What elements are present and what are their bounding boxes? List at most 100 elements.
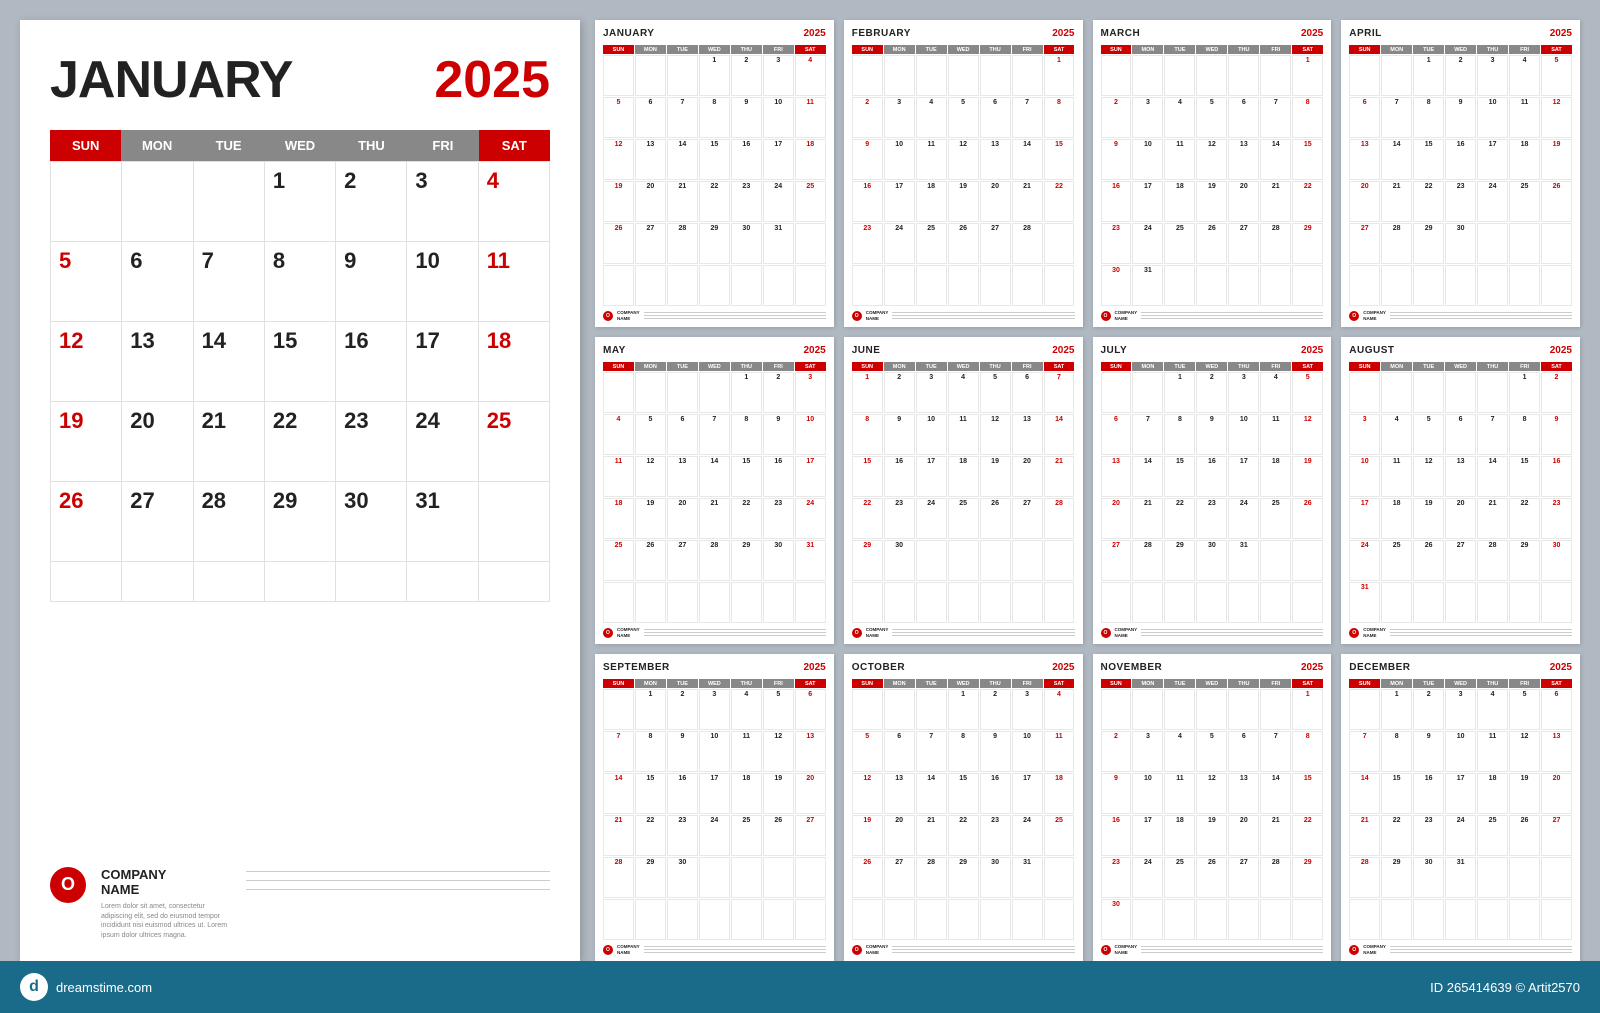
- small-day-cell: 27: [1228, 223, 1259, 264]
- large-day-hdr-sun: SUN: [50, 130, 121, 161]
- small-day-cell: 8: [731, 414, 762, 455]
- small-day-hdr: SAT: [795, 45, 826, 54]
- small-day-cell: 21: [699, 498, 730, 539]
- small-day-cell: 19: [1413, 498, 1444, 539]
- small-day-hdr: THU: [731, 45, 762, 54]
- small-day-cell: 17: [1349, 498, 1380, 539]
- small-day-cell: 11: [1477, 731, 1508, 772]
- small-day-cell: [884, 899, 915, 940]
- small-day-cell: 22: [731, 498, 762, 539]
- small-calendar: JANUARY2025SUNMONTUEWEDTHUFRISAT 1234567…: [595, 20, 834, 327]
- small-day-cell: [1413, 265, 1444, 306]
- small-day-cell: 5: [1196, 731, 1227, 772]
- small-day-cell: [1349, 689, 1380, 730]
- small-day-cell: 15: [948, 773, 979, 814]
- small-company-lines: [892, 312, 1074, 319]
- small-day-cell: 12: [1196, 773, 1227, 814]
- small-day-cell: 14: [1381, 139, 1412, 180]
- small-day-cell: 22: [699, 181, 730, 222]
- small-day-cell: 18: [916, 181, 947, 222]
- small-calendar: OCTOBER2025SUNMONTUEWEDTHUFRISAT 1234567…: [844, 654, 1083, 961]
- large-day-cell: 17: [407, 322, 478, 402]
- small-day-cell: 23: [731, 181, 762, 222]
- small-day-cell: 21: [1132, 498, 1163, 539]
- small-day-cell: 28: [1012, 223, 1043, 264]
- small-day-cell: 13: [980, 139, 1011, 180]
- small-day-cell: [1349, 55, 1380, 96]
- small-calendar: MARCH2025SUNMONTUEWEDTHUFRISAT 123456789…: [1093, 20, 1332, 327]
- small-day-cell: 2: [1101, 731, 1132, 772]
- small-day-cell: [1509, 857, 1540, 898]
- small-day-cell: 5: [1541, 55, 1572, 96]
- small-day-cell: [1044, 582, 1075, 623]
- large-calendar: JANUARY 2025 SUN MON TUE WED THU FRI SAT…: [20, 20, 580, 961]
- small-day-cell: 26: [1196, 223, 1227, 264]
- small-company-line: [892, 315, 1074, 316]
- company-desc: Lorem dolor sit amet, consectetur adipis…: [101, 902, 231, 941]
- small-day-cell: 19: [1196, 815, 1227, 856]
- small-year: 2025: [1550, 345, 1572, 356]
- small-day-hdr: TUE: [667, 362, 698, 371]
- small-day-cell: [1101, 55, 1132, 96]
- small-calendar: APRIL2025SUNMONTUEWEDTHUFRISAT 123456789…: [1341, 20, 1580, 327]
- small-cal-footer: OCOMPANYNAME: [1101, 627, 1324, 638]
- small-day-cell: 7: [1349, 731, 1380, 772]
- small-day-headers: SUNMONTUEWEDTHUFRISAT: [1349, 679, 1572, 688]
- small-calendar: SEPTEMBER2025SUNMONTUEWEDTHUFRISAT 12345…: [595, 654, 834, 961]
- small-day-cell: 14: [603, 773, 634, 814]
- small-company-line: [644, 952, 826, 953]
- small-day-cell: 9: [980, 731, 1011, 772]
- small-company-name: COMPANYNAME: [866, 310, 889, 321]
- small-day-cell: 13: [1349, 139, 1380, 180]
- small-day-cell: 19: [1196, 181, 1227, 222]
- small-day-cell: 19: [948, 181, 979, 222]
- small-day-hdr: SUN: [1349, 362, 1380, 371]
- small-day-cell: 26: [1413, 540, 1444, 581]
- small-cal-days: 1234567891011121314151617181920212223242…: [852, 689, 1075, 940]
- large-day-cell: [479, 562, 550, 602]
- small-company-logo-icon: O: [603, 945, 613, 955]
- small-year: 2025: [1301, 28, 1323, 39]
- small-day-cell: 10: [916, 414, 947, 455]
- small-day-cell: 30: [1101, 899, 1132, 940]
- small-day-cell: 18: [1477, 773, 1508, 814]
- small-year: 2025: [804, 662, 826, 673]
- large-day-cell: 25: [479, 402, 550, 482]
- small-day-hdr: SAT: [1541, 679, 1572, 688]
- small-day-hdr: FRI: [1260, 679, 1291, 688]
- small-day-cell: 18: [1164, 815, 1195, 856]
- large-day-cell: 18: [479, 322, 550, 402]
- small-day-cell: 17: [1445, 773, 1476, 814]
- small-cal-days: 1234567891011121314151617181920212223242…: [603, 372, 826, 623]
- small-day-cell: 24: [1132, 223, 1163, 264]
- small-day-cell: 15: [731, 456, 762, 497]
- small-day-hdr: SAT: [1541, 45, 1572, 54]
- small-day-cell: 26: [763, 815, 794, 856]
- small-day-cell: [852, 582, 883, 623]
- small-day-cell: 14: [1260, 773, 1291, 814]
- small-day-headers: SUNMONTUEWEDTHUFRISAT: [1349, 362, 1572, 371]
- small-year: 2025: [1301, 345, 1323, 356]
- small-day-hdr: SUN: [1101, 45, 1132, 54]
- small-day-cell: 22: [1292, 181, 1323, 222]
- small-cal-header: DECEMBER2025: [1349, 662, 1572, 675]
- small-cal-header: OCTOBER2025: [852, 662, 1075, 675]
- small-day-cell: 24: [1445, 815, 1476, 856]
- small-day-cell: 24: [763, 181, 794, 222]
- large-day-cell: 4: [479, 162, 550, 242]
- small-day-cell: 6: [1228, 731, 1259, 772]
- small-day-cell: [635, 582, 666, 623]
- small-day-cell: 17: [884, 181, 915, 222]
- small-day-cell: 18: [795, 139, 826, 180]
- small-day-cell: 22: [1413, 181, 1444, 222]
- small-day-cell: 27: [1101, 540, 1132, 581]
- small-day-cell: 10: [884, 139, 915, 180]
- small-cal-footer: OCOMPANYNAME: [852, 944, 1075, 955]
- small-day-cell: [1044, 540, 1075, 581]
- small-day-cell: 17: [699, 773, 730, 814]
- small-day-cell: 19: [1541, 139, 1572, 180]
- small-cal-header: AUGUST2025: [1349, 345, 1572, 358]
- small-day-cell: 30: [763, 540, 794, 581]
- small-day-cell: 3: [763, 55, 794, 96]
- small-day-cell: 19: [980, 456, 1011, 497]
